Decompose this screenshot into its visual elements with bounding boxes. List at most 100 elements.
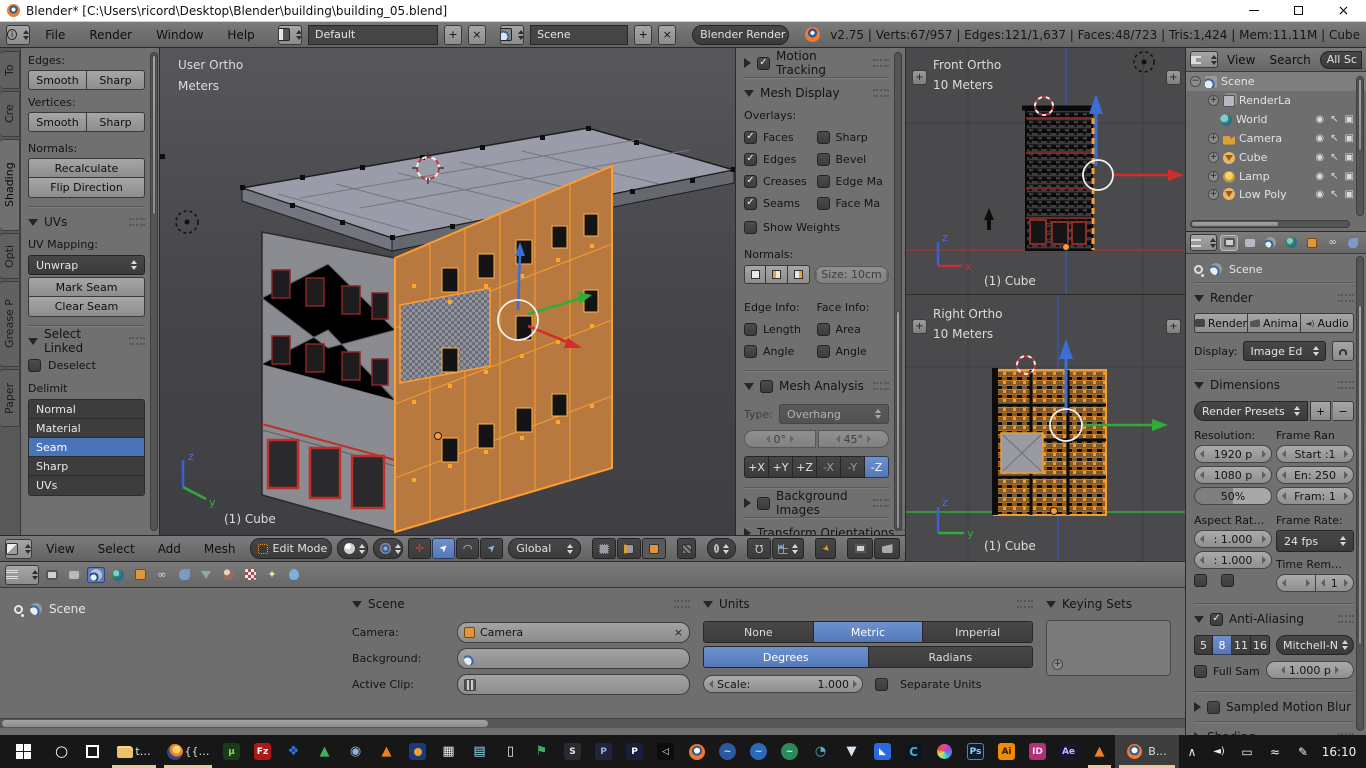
filter-size-field[interactable]: 1.000 p xyxy=(1266,661,1354,679)
start-button[interactable] xyxy=(0,735,46,768)
taskbar-illustrator[interactable]: Ai xyxy=(991,735,1022,768)
aa-samples-11[interactable]: 11 xyxy=(1232,635,1251,655)
motion-blur-panel-header[interactable]: Sampled Motion Blur xyxy=(1194,697,1354,717)
snap-toggle[interactable]: Ω xyxy=(747,538,771,559)
edge-mark-checkbox[interactable] xyxy=(817,175,830,188)
motion-tracking-checkbox[interactable]: ✓ xyxy=(757,57,770,70)
panel-grip[interactable] xyxy=(129,337,145,345)
resolution-x-field[interactable]: 1920 p xyxy=(1194,445,1272,463)
taskbar-vlc2[interactable]: ▲ xyxy=(1084,735,1115,768)
face-area-checkbox[interactable] xyxy=(817,323,830,336)
flip-direction-button[interactable]: Flip Direction xyxy=(28,178,145,198)
show-weights-checkbox[interactable] xyxy=(744,221,757,234)
taskbar-bird1[interactable]: ~ xyxy=(712,735,743,768)
render-restrict-icon[interactable]: ▣ xyxy=(1345,189,1354,200)
select-restrict-icon[interactable]: ↖ xyxy=(1330,171,1338,182)
resolution-y-field[interactable]: 1080 p xyxy=(1194,466,1272,484)
background-images-panel-header[interactable]: Background Images xyxy=(744,493,889,513)
scene-panel-header[interactable]: Scene xyxy=(352,594,690,614)
full-sample-checkbox[interactable] xyxy=(1194,665,1207,678)
taskbar-filezilla[interactable]: Fz xyxy=(247,735,278,768)
taskbar-flag-app[interactable]: ⚑ xyxy=(526,735,557,768)
viewport-shading-menu[interactable] xyxy=(337,538,368,559)
time-remap-old-field[interactable] xyxy=(1276,574,1316,592)
display-menu[interactable]: Image Ed xyxy=(1243,341,1326,361)
edge-length-checkbox[interactable] xyxy=(744,323,757,336)
units-radians-button[interactable]: Radians xyxy=(868,647,1033,667)
aa-filter-menu[interactable]: Mitchell-N xyxy=(1276,635,1354,655)
mesh-analysis-checkbox[interactable] xyxy=(760,380,773,393)
tab-shading[interactable]: Shading xyxy=(0,139,20,231)
hide-icon[interactable]: ◉ xyxy=(1315,171,1324,182)
angle-max-slider[interactable]: 45° xyxy=(818,430,890,448)
axis-minus-y[interactable]: -Y xyxy=(841,456,865,478)
tab-constraints[interactable]: ∞ xyxy=(153,567,171,583)
resolution-percentage-slider[interactable]: 50% xyxy=(1194,487,1272,505)
properties-editor-type-button[interactable] xyxy=(1190,234,1217,251)
outliner-search-menu[interactable]: Search xyxy=(1264,53,1315,67)
tab-paper[interactable]: Paper xyxy=(0,369,20,427)
panel-expand-button[interactable]: + xyxy=(912,70,927,85)
vertex-select-button[interactable] xyxy=(592,538,616,559)
axis-minus-z[interactable]: -Z xyxy=(865,456,889,478)
panel-expand-button[interactable]: + xyxy=(912,319,927,334)
dimensions-panel-header[interactable]: Dimensions xyxy=(1194,375,1354,395)
display-battery-icon[interactable]: ▭ xyxy=(1233,735,1261,768)
bottom-editor-type-button[interactable] xyxy=(5,565,39,585)
frame-step-field[interactable]: Fram: 1 xyxy=(1276,487,1354,505)
anti-aliasing-checkbox[interactable]: ✓ xyxy=(1210,613,1223,626)
units-metric-button[interactable]: Metric xyxy=(813,622,923,642)
tab-render-layers[interactable] xyxy=(65,567,83,583)
outliner-item-camera[interactable]: + Camera ◉↖▣ xyxy=(1186,129,1366,148)
mesh-menu[interactable]: Mesh xyxy=(195,542,245,556)
panel-grip[interactable] xyxy=(674,600,690,608)
edges-checkbox[interactable]: ✓ xyxy=(744,153,757,166)
recalculate-button[interactable]: Recalculate xyxy=(28,158,145,178)
animation-button[interactable]: Anima xyxy=(1248,313,1301,333)
pivot-point-menu[interactable] xyxy=(373,538,404,559)
taskbar-photoshop[interactable]: Ps xyxy=(960,735,991,768)
outliner-item-cube[interactable]: + Cube ◉↖▣ xyxy=(1186,148,1366,167)
tab-render[interactable] xyxy=(43,567,61,583)
pen-settings-icon[interactable]: ✎ xyxy=(1289,735,1317,768)
sharp-checkbox[interactable] xyxy=(817,131,830,144)
proportional-edit-menu[interactable] xyxy=(707,538,736,559)
npanel-scrollbar[interactable] xyxy=(894,52,902,531)
select-menu[interactable]: Select xyxy=(89,542,144,556)
taskbar-active-blender[interactable]: B… xyxy=(1115,735,1179,768)
remove-scene-button[interactable]: × xyxy=(658,25,676,45)
render-panel-header[interactable]: Render xyxy=(1194,288,1354,308)
bottom-hscrollbar[interactable] xyxy=(0,718,1185,728)
angle-min-slider[interactable]: 0° xyxy=(744,430,816,448)
axis-plus-y[interactable]: +Y xyxy=(769,456,793,478)
limit-to-visible-button[interactable] xyxy=(677,538,696,559)
delimit-material[interactable]: Material xyxy=(29,419,144,438)
taskbar-firefox[interactable]: {{… xyxy=(160,735,216,768)
camera-field[interactable]: Camera × xyxy=(457,622,690,643)
editor-type-button[interactable]: i xyxy=(6,25,30,45)
mode-menu[interactable]: Edit Mode xyxy=(250,538,333,559)
taskbar-bird2[interactable]: ~ xyxy=(743,735,774,768)
menu-window[interactable]: Window xyxy=(147,28,212,42)
remove-layout-button[interactable]: × xyxy=(468,25,486,45)
taskbar-steam[interactable]: ◉ xyxy=(340,735,371,768)
tab-options[interactable]: Opti xyxy=(0,233,20,279)
action-center-button[interactable] xyxy=(1361,735,1366,768)
panel-grip[interactable] xyxy=(873,382,889,390)
add-keying-set-button[interactable]: + xyxy=(1052,659,1063,670)
select-linked-panel-header[interactable]: Select Linked xyxy=(28,331,145,351)
tab-scene[interactable] xyxy=(87,567,105,583)
panel-grip[interactable] xyxy=(1338,615,1354,623)
outliner-item-lamp[interactable]: + Lamp ◉↖▣ xyxy=(1186,167,1366,186)
units-imperial-button[interactable]: Imperial xyxy=(922,622,1032,642)
normals-size-slider[interactable]: Size: 10cm xyxy=(814,266,889,284)
uvs-panel-header[interactable]: UVs xyxy=(28,212,145,232)
audio-button[interactable]: ◄)Audio xyxy=(1301,313,1354,333)
render-restrict-icon[interactable]: ▣ xyxy=(1345,114,1354,125)
frame-start-field[interactable]: Start :1 xyxy=(1276,445,1354,463)
hide-icon[interactable]: ◉ xyxy=(1315,152,1324,163)
motion-tracking-panel-header[interactable]: ✓ Motion Tracking xyxy=(744,53,889,73)
taskbar-dropbox[interactable]: ❖ xyxy=(278,735,309,768)
outliner-item-scene[interactable]: − Scene xyxy=(1186,72,1366,91)
tab-grease-pencil[interactable]: Grease P xyxy=(0,281,20,367)
